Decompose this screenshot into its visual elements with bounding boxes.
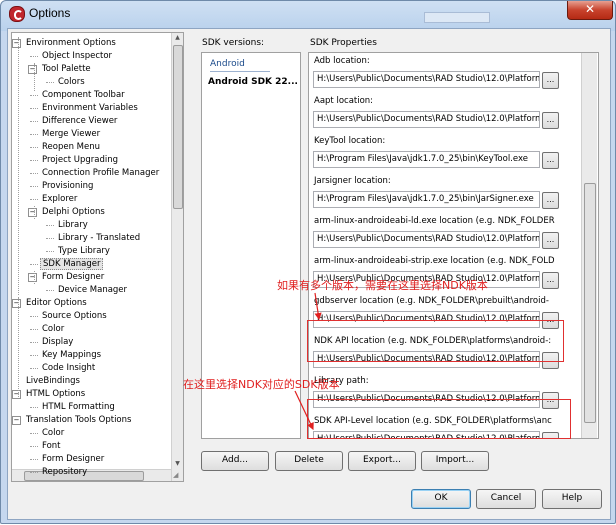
annotation-arrow-ndk — [314, 292, 322, 321]
annotation-arrow-sdk — [294, 390, 314, 431]
annotation-arrows — [294, 292, 322, 431]
options-window: Options ✕ ▲ ▼ ◢ − Environment Options Obje… — [0, 0, 616, 524]
